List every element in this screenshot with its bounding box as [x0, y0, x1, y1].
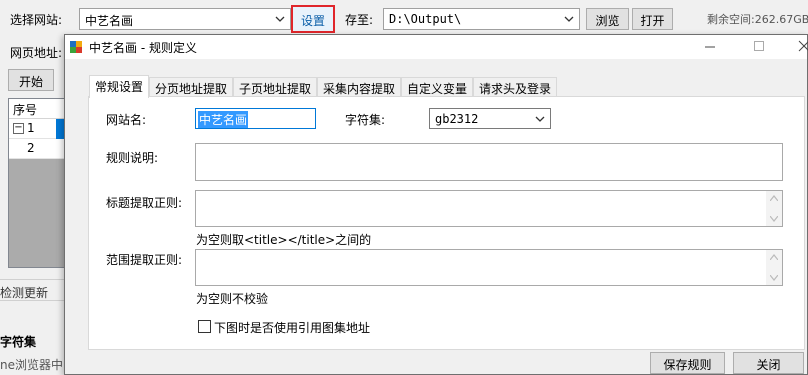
save-path-select[interactable]: D:\Output\: [383, 8, 580, 30]
rule-desc-label: 规则说明:: [106, 151, 159, 165]
url-label: 网页地址:: [10, 46, 63, 60]
task-grid[interactable]: 序号 − 1 2: [8, 98, 70, 268]
site-name-value: 中艺名画: [198, 111, 249, 128]
close-icon[interactable]: [798, 40, 808, 52]
save-rule-button[interactable]: 保存规则: [650, 352, 725, 374]
grid-cell-index: 2: [27, 141, 35, 155]
maximize-icon[interactable]: [753, 40, 765, 52]
charset-select[interactable]: gb2312: [429, 108, 551, 129]
dialog-title: 中艺名画 - 规则定义: [89, 41, 197, 55]
chevron-down-icon: [535, 116, 545, 122]
grid-cell-index: 1: [27, 121, 35, 135]
open-button[interactable]: 打开: [632, 8, 673, 30]
tab-check-update[interactable]: 检测更新: [0, 279, 64, 301]
range-regex-textarea[interactable]: [195, 249, 783, 286]
tab-custom-vars[interactable]: 自定义变量: [401, 77, 473, 97]
use-gallery-url-label: 下图时是否使用引用图集地址: [214, 321, 371, 335]
grid-header: 序号: [9, 99, 69, 119]
save-path-value: D:\Output\: [389, 12, 462, 26]
browser-text: ne浏览器中: [0, 358, 63, 372]
scrollbar[interactable]: [766, 191, 782, 226]
tab-content-extract[interactable]: 采集内容提取: [317, 77, 401, 97]
title-regex-label: 标题提取正则:: [106, 196, 183, 210]
general-settings-panel: 网站名: 中艺名画 字符集: gb2312 规则说明: 标题提取正则: 为空则取…: [88, 96, 805, 350]
chevron-down-icon: [564, 16, 574, 22]
chevron-down-icon: [275, 16, 285, 22]
charset-value: gb2312: [435, 112, 479, 126]
title-regex-textarea[interactable]: [195, 190, 783, 227]
table-row[interactable]: 2: [9, 139, 69, 159]
minimize-icon[interactable]: [704, 41, 716, 53]
check-update-label: 检测更新: [0, 286, 49, 300]
close-button[interactable]: 关闭: [733, 352, 804, 374]
rule-definition-dialog: 中艺名画 - 规则定义 常规设置 分页地址提取 子页地址提取 采集内容提取 自定…: [64, 34, 808, 375]
scroll-down-icon[interactable]: [770, 216, 778, 222]
title-regex-hint: 为空则取<title></title>之间的: [196, 233, 372, 247]
charset-heading: 字符集: [0, 335, 37, 349]
free-space-label: 剩余空间:262.67GB: [707, 13, 808, 26]
site-name-input[interactable]: 中艺名画: [195, 108, 316, 129]
tab-general[interactable]: 常规设置: [89, 75, 149, 98]
site-select[interactable]: 中艺名画: [79, 8, 291, 30]
scroll-down-icon[interactable]: [770, 275, 778, 281]
grid-header-index: 序号: [13, 103, 38, 117]
dialog-titlebar[interactable]: 中艺名画 - 规则定义: [65, 35, 808, 59]
app-icon: [70, 41, 82, 53]
start-button[interactable]: 开始: [8, 69, 54, 91]
rule-desc-textarea[interactable]: [195, 143, 783, 181]
site-label: 选择网站:: [10, 13, 63, 27]
site-name-label: 网站名:: [106, 113, 147, 127]
tab-paging-url[interactable]: 分页地址提取: [149, 77, 233, 97]
browse-button[interactable]: 浏览: [586, 8, 629, 30]
site-select-value: 中艺名画: [85, 14, 134, 28]
range-regex-hint: 为空则不校验: [196, 292, 269, 306]
range-regex-label: 范围提取正则:: [106, 253, 183, 267]
scrollbar[interactable]: [766, 250, 782, 285]
use-gallery-url-checkbox[interactable]: [198, 320, 211, 333]
tab-subpage-url[interactable]: 子页地址提取: [233, 77, 317, 97]
settings-button[interactable]: 设置: [291, 5, 335, 33]
scroll-up-icon[interactable]: [770, 254, 778, 260]
save-to-label: 存至:: [345, 13, 374, 27]
tab-headers-login[interactable]: 请求头及登录: [473, 77, 557, 97]
collapse-icon[interactable]: −: [13, 123, 24, 134]
charset-label: 字符集:: [345, 113, 386, 127]
scroll-up-icon[interactable]: [770, 195, 778, 201]
